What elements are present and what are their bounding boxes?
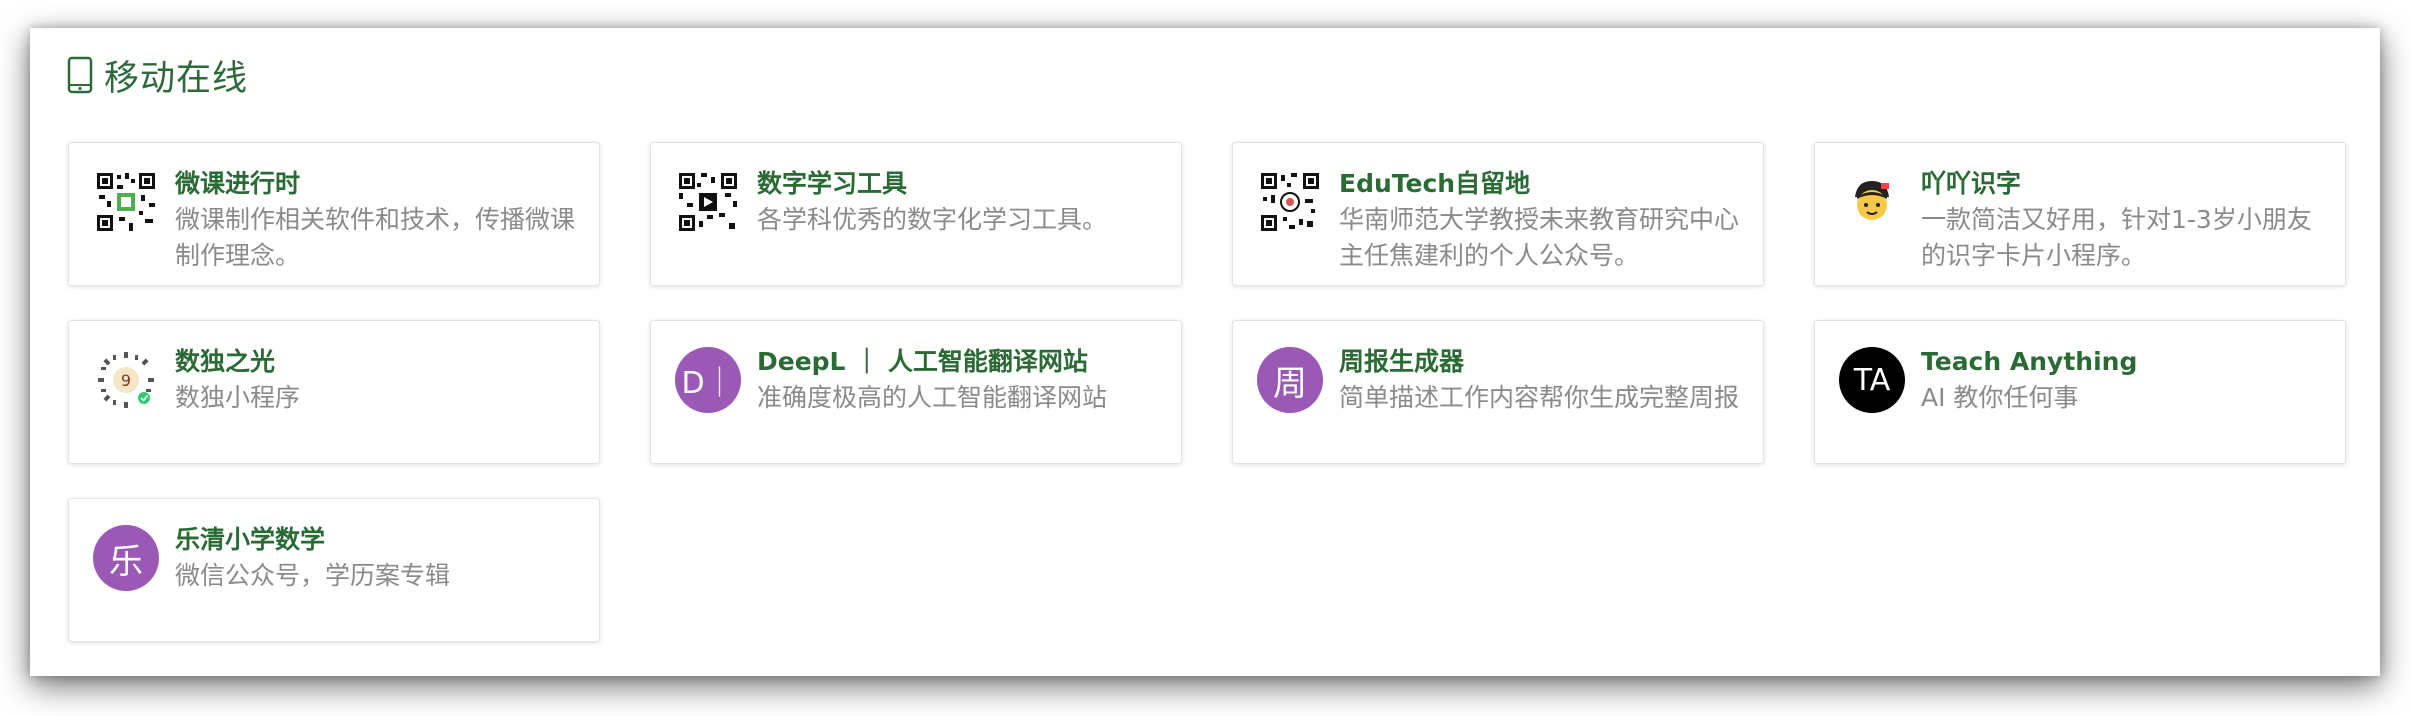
card-title[interactable]: 数字学习工具 <box>757 167 1157 201</box>
card-desc: 微信公众号，学历案专辑 <box>175 561 451 590</box>
card-grid: 微课进行时 微课制作相关软件和技术，传播微课制作理念。 数字学习工具 各学科优秀… <box>68 142 2346 642</box>
card-desc: 简单描述工作内容帮你生成完整周报 <box>1339 383 1740 412</box>
mobile-online-panel: 移动在线 微课进行时 微课制作相关软件和技术，传播微课制作理念。 数字学习工具 … <box>30 28 2380 676</box>
card-shuzi-xuexi-gongju[interactable]: 数字学习工具 各学科优秀的数字化学习工具。 <box>650 142 1182 286</box>
card-desc: 数独小程序 <box>175 383 301 412</box>
card-shudu-zhiguang[interactable]: 9 数独之光 数独小程序 <box>68 320 600 464</box>
card-title[interactable]: 吖吖识字 <box>1921 167 2321 201</box>
card-desc: 准确度极高的人工智能翻译网站 <box>757 383 1108 412</box>
qr-code-icon <box>1257 169 1323 235</box>
card-title[interactable]: 周报生成器 <box>1339 345 1739 379</box>
letter-avatar-icon: 乐 <box>93 525 159 591</box>
card-desc: 各学科优秀的数字化学习工具。 <box>757 205 1108 234</box>
card-desc: 一款简洁又好用，针对1-3岁小朋友的识字卡片小程序。 <box>1921 205 2312 270</box>
card-body: 周报生成器 简单描述工作内容帮你生成完整周报 <box>1339 345 1739 416</box>
letter-avatar-icon: 周 <box>1257 347 1323 413</box>
card-body: 微课进行时 微课制作相关软件和技术，传播微课制作理念。 <box>175 167 575 274</box>
card-title[interactable]: EduTech自留地 <box>1339 167 1739 201</box>
card-desc: 微课制作相关软件和技术，传播微课制作理念。 <box>175 205 576 270</box>
card-desc: AI 教你任何事 <box>1921 383 2079 412</box>
mini-program-code-icon: 9 <box>93 347 159 413</box>
avatar-letter: 周 <box>1273 363 1307 404</box>
svg-text:9: 9 <box>121 371 131 390</box>
card-yaya-shizi[interactable]: 吖吖识字 一款简洁又好用，针对1-3岁小朋友的识字卡片小程序。 <box>1814 142 2346 286</box>
mobile-phone-icon <box>66 56 94 94</box>
card-title[interactable]: 微课进行时 <box>175 167 575 201</box>
section-title: 移动在线 <box>104 58 249 99</box>
qr-code-icon <box>93 169 159 235</box>
card-weike-jinxingshi[interactable]: 微课进行时 微课制作相关软件和技术，传播微课制作理念。 <box>68 142 600 286</box>
card-title[interactable]: DeepL ｜ 人工智能翻译网站 <box>757 345 1157 379</box>
card-title[interactable]: 数独之光 <box>175 345 575 379</box>
card-body: 数独之光 数独小程序 <box>175 345 575 416</box>
letter-avatar-icon: TA <box>1839 347 1905 413</box>
card-leqing-xiaoxue-shuxue[interactable]: 乐 乐清小学数学 微信公众号，学历案专辑 <box>68 498 600 642</box>
card-desc: 华南师范大学教授未来教育研究中心主任焦建利的个人公众号。 <box>1339 205 1740 270</box>
card-teach-anything[interactable]: TA Teach Anything AI 教你任何事 <box>1814 320 2346 464</box>
letter-avatar-icon: D｜ <box>675 347 741 413</box>
card-body: Teach Anything AI 教你任何事 <box>1921 345 2321 416</box>
card-body: 乐清小学数学 微信公众号，学历案专辑 <box>175 523 575 594</box>
avatar-letter: 乐 <box>109 541 143 582</box>
card-body: 数字学习工具 各学科优秀的数字化学习工具。 <box>757 167 1157 238</box>
section-header: 移动在线 <box>66 50 248 100</box>
card-title[interactable]: Teach Anything <box>1921 345 2321 379</box>
card-edutech-ziliudi[interactable]: EduTech自留地 华南师范大学教授未来教育研究中心主任焦建利的个人公众号。 <box>1232 142 1764 286</box>
card-body: 吖吖识字 一款简洁又好用，针对1-3岁小朋友的识字卡片小程序。 <box>1921 167 2321 274</box>
avatar-letter: D｜ <box>681 366 735 401</box>
card-deepl[interactable]: D｜ DeepL ｜ 人工智能翻译网站 准确度极高的人工智能翻译网站 <box>650 320 1182 464</box>
card-zhoubao-shengchengqi[interactable]: 周 周报生成器 简单描述工作内容帮你生成完整周报 <box>1232 320 1764 464</box>
cartoon-kid-icon <box>1839 169 1905 235</box>
card-body: DeepL ｜ 人工智能翻译网站 准确度极高的人工智能翻译网站 <box>757 345 1157 416</box>
card-title[interactable]: 乐清小学数学 <box>175 523 575 557</box>
card-body: EduTech自留地 华南师范大学教授未来教育研究中心主任焦建利的个人公众号。 <box>1339 167 1739 274</box>
qr-code-icon <box>675 169 741 235</box>
avatar-letter: TA <box>1853 362 1891 398</box>
